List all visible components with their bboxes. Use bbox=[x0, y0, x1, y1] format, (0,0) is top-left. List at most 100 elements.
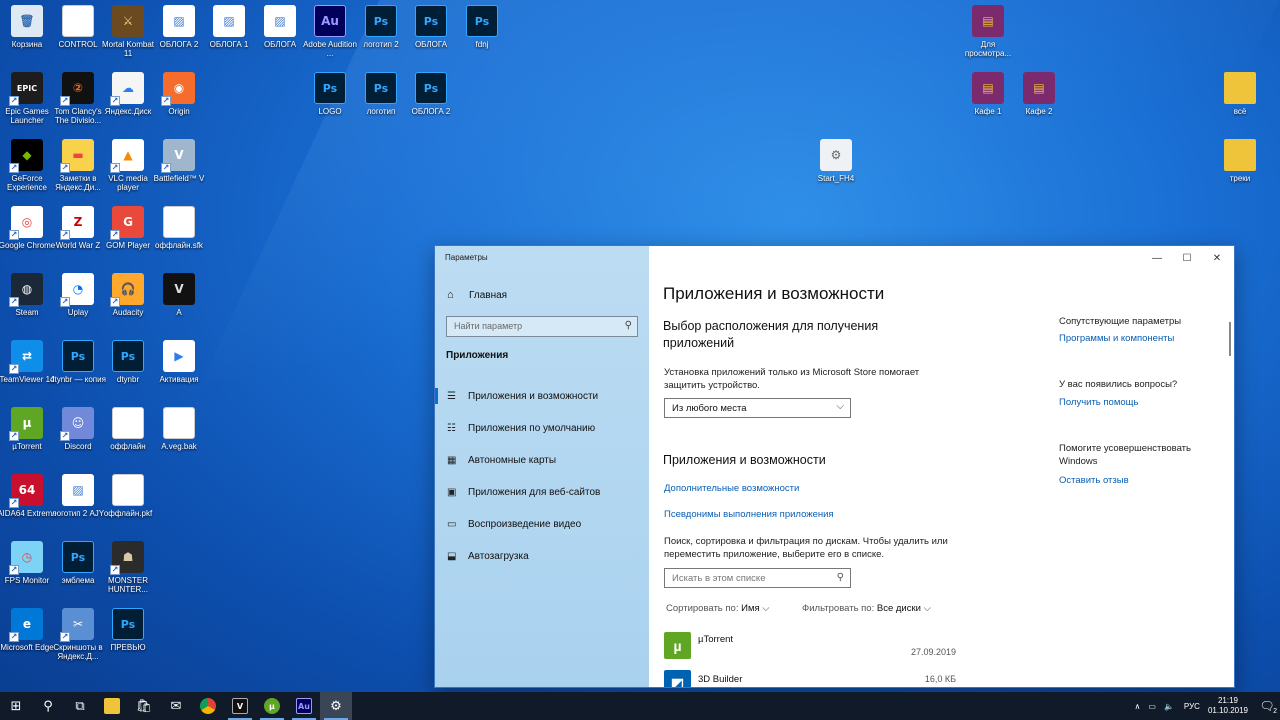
desktop-icon[interactable]: ☗ ↗ MONSTER HUNTER... bbox=[101, 541, 155, 594]
desktop-icon[interactable]: треки bbox=[1213, 139, 1267, 183]
ps-icon: Ps bbox=[415, 5, 447, 37]
desktop-icon[interactable]: µ ↗ µTorrent bbox=[0, 407, 54, 451]
desktop-icon[interactable]: e ↗ Microsoft Edge bbox=[0, 608, 54, 652]
desktop-icon[interactable]: ◷ ↗ FPS Monitor bbox=[0, 541, 54, 585]
minimize-button[interactable]: — bbox=[1142, 250, 1172, 268]
desktop-icon[interactable]: ◉ ↗ Origin bbox=[152, 72, 206, 116]
desktop-icon[interactable]: оффлайн.sfk bbox=[152, 206, 206, 250]
rar-icon: ▤ bbox=[972, 5, 1004, 37]
sidebar-item-startup[interactable]: ⬓ Автозагрузка bbox=[435, 545, 649, 567]
ps-icon: Ps bbox=[415, 72, 447, 104]
language-indicator[interactable]: РУС bbox=[1184, 702, 1200, 711]
filter-dropdown[interactable]: Фильтровать по: Все диски ⌵ bbox=[802, 603, 931, 614]
desktop-icon[interactable]: ▶ Активация bbox=[152, 340, 206, 384]
sidebar-item-default-apps[interactable]: ☷ Приложения по умолчанию bbox=[435, 417, 649, 439]
give-feedback-link[interactable]: Оставить отзыв bbox=[1059, 475, 1129, 486]
programs-features-link[interactable]: Программы и компоненты bbox=[1059, 333, 1174, 344]
desktop-icon[interactable]: ⚔ Mortal Kombat 11 bbox=[101, 5, 155, 58]
sidebar-item-apps-features[interactable]: ☰ Приложения и возможности bbox=[435, 385, 649, 407]
desktop-icon[interactable]: ◆ ↗ GeForce Experience bbox=[0, 139, 54, 192]
desktop-icon[interactable]: ⚙ Start_FH4 bbox=[809, 139, 863, 183]
desktop-icon[interactable]: Ps ОБЛОГА bbox=[404, 5, 458, 49]
desktop-icon[interactable]: Ps LOGO bbox=[303, 72, 357, 116]
store-icon: 🛍 bbox=[135, 698, 153, 714]
desktop-icon[interactable]: Ps dtynbr bbox=[101, 340, 155, 384]
app-name: µTorrent bbox=[698, 634, 734, 645]
desktop-icon[interactable]: 64 ↗ AIDA64 Extreme bbox=[0, 474, 57, 518]
taskbar-settings[interactable]: ⚙ bbox=[320, 692, 352, 720]
install-location-select[interactable]: Из любого места ⌵ bbox=[664, 398, 851, 418]
network-icon[interactable]: ▭ bbox=[1148, 702, 1156, 711]
taskbar-vegas[interactable]: V bbox=[224, 692, 256, 720]
desktop-icon[interactable]: 🗑 Корзина bbox=[0, 5, 54, 49]
audition-icon: Au bbox=[296, 698, 312, 714]
notification-center-button[interactable]: 🗨 2 bbox=[1254, 699, 1280, 715]
taskbar-store[interactable]: 🛍 bbox=[128, 692, 160, 720]
shortcut-arrow-icon: ↗ bbox=[110, 96, 120, 106]
sidebar-item-offline-maps[interactable]: ▦ Автономные карты bbox=[435, 449, 649, 471]
desktop-icon[interactable]: всё bbox=[1213, 72, 1267, 116]
app-aliases-link[interactable]: Псевдонимы выполнения приложения bbox=[664, 509, 834, 520]
mh-icon: ☗ ↗ bbox=[110, 541, 144, 575]
desktop-icon[interactable]: Ps fdnj bbox=[455, 5, 509, 49]
desktop-icon[interactable]: 🎧 ↗ Audacity bbox=[101, 273, 155, 317]
cfg-icon: ⚙ bbox=[820, 139, 852, 171]
desktop-icon[interactable]: EPIC ↗ Epic Games Launcher bbox=[0, 72, 54, 125]
desktop-icon[interactable]: оффлайн bbox=[101, 407, 155, 451]
scrollbar[interactable] bbox=[1229, 322, 1231, 356]
desktop-icon-label: ПРЕВЬЮ bbox=[110, 643, 146, 652]
folder-icon bbox=[1224, 139, 1256, 171]
sort-dropdown[interactable]: Сортировать по: Имя ⌵ bbox=[666, 603, 769, 614]
desktop-icon[interactable]: ◍ ↗ Steam bbox=[0, 273, 54, 317]
settings-search-input[interactable]: Найти параметр ⚲ bbox=[446, 316, 638, 337]
vlc-icon: ▲ ↗ bbox=[110, 139, 144, 173]
shortcut-arrow-icon: ↗ bbox=[110, 297, 120, 307]
desktop-icon[interactable]: Ps ПРЕВЬЮ bbox=[101, 608, 155, 652]
app-list-search-input[interactable]: Искать в этом списке ⚲ bbox=[664, 568, 851, 588]
desktop-icon[interactable]: оффлайн.pkf bbox=[101, 474, 155, 518]
close-button[interactable]: ✕ bbox=[1202, 250, 1232, 268]
questions-heading: У вас появились вопросы? bbox=[1059, 379, 1178, 390]
desktop-icon[interactable]: V ↗ Battlefield™ V bbox=[152, 139, 206, 183]
desktop-icon[interactable]: ▲ ↗ VLC media player bbox=[101, 139, 155, 192]
desktop-icon[interactable]: Ps ОБЛОГА 2 bbox=[404, 72, 458, 116]
sidebar-item-video-playback[interactable]: ▭ Воспроизведение видео bbox=[435, 513, 649, 535]
desktop-icon[interactable]: ◎ ↗ Google Chrome bbox=[0, 206, 55, 250]
shortcut-arrow-icon: ↗ bbox=[60, 230, 70, 240]
sidebar-item-web-apps[interactable]: ▣ Приложения для веб-сайтов bbox=[435, 481, 649, 503]
clock[interactable]: 21:19 01.10.2019 bbox=[1208, 696, 1248, 716]
sidebar-home[interactable]: ⌂ Главная bbox=[447, 289, 507, 301]
desktop-icon[interactable]: ☁ ↗ Яндекс.Диск bbox=[101, 72, 155, 116]
desktop-icon[interactable]: ▤ Кафе 2 bbox=[1012, 72, 1066, 116]
taskbar-utorrent[interactable]: µ bbox=[256, 692, 288, 720]
start-button[interactable]: ⊞ bbox=[0, 692, 32, 720]
taskbar-chrome[interactable] bbox=[192, 692, 224, 720]
taskbar-explorer[interactable] bbox=[96, 692, 128, 720]
optional-features-link[interactable]: Дополнительные возможности bbox=[664, 483, 799, 494]
maximize-button[interactable]: ☐ bbox=[1172, 250, 1202, 268]
desktop-icon-label: треки bbox=[1229, 174, 1251, 183]
taskbar: ⊞ ⚲ ⧉ 🛍 ✉ V µ Au ⚙ ∧ ▭ 🔈 РУС 21:19 01.10… bbox=[0, 692, 1280, 720]
desktop-icon[interactable]: ▨ ОБЛОГА 1 bbox=[202, 5, 256, 49]
desktop-icon[interactable]: G ↗ GOM Player bbox=[101, 206, 155, 250]
task-view-button[interactable]: ⧉ bbox=[64, 692, 96, 720]
desktop-icon[interactable]: ▤ Кафе 1 bbox=[961, 72, 1015, 116]
desktop-icon[interactable]: A.veg.bak bbox=[152, 407, 206, 451]
app-list-search-placeholder: Искать в этом списке bbox=[672, 573, 766, 584]
desktop-icon-label: оффлайн.sfk bbox=[155, 241, 203, 250]
desktop-icon[interactable]: VA bbox=[152, 273, 206, 317]
desktop-icon[interactable]: ⇄ ↗ TeamViewer 14 bbox=[0, 340, 55, 384]
chevron-up-icon[interactable]: ∧ bbox=[1135, 702, 1141, 711]
taskbar-mail[interactable]: ✉ bbox=[160, 692, 192, 720]
volume-icon[interactable]: 🔈 bbox=[1164, 702, 1174, 711]
desktop-icon[interactable]: ▤ Для просмотра... bbox=[961, 5, 1015, 58]
settings-window[interactable]: Параметры ⌂ Главная Найти параметр ⚲ При… bbox=[434, 245, 1235, 688]
desktop-icon[interactable]: ② ↗ Tom Clancy's The Divisio... bbox=[51, 72, 105, 125]
chevron-down-icon: ⌵ bbox=[923, 603, 931, 614]
desktop-icon[interactable]: ✂ ↗ Скриншоты в Яндекс.Д... bbox=[51, 608, 105, 661]
shortcut-arrow-icon: ↗ bbox=[9, 230, 19, 240]
search-button[interactable]: ⚲ bbox=[32, 692, 64, 720]
desktop-icon[interactable]: Au Adobe Audition ... bbox=[303, 5, 357, 58]
get-help-link[interactable]: Получить помощь bbox=[1059, 397, 1138, 408]
taskbar-audition[interactable]: Au bbox=[288, 692, 320, 720]
